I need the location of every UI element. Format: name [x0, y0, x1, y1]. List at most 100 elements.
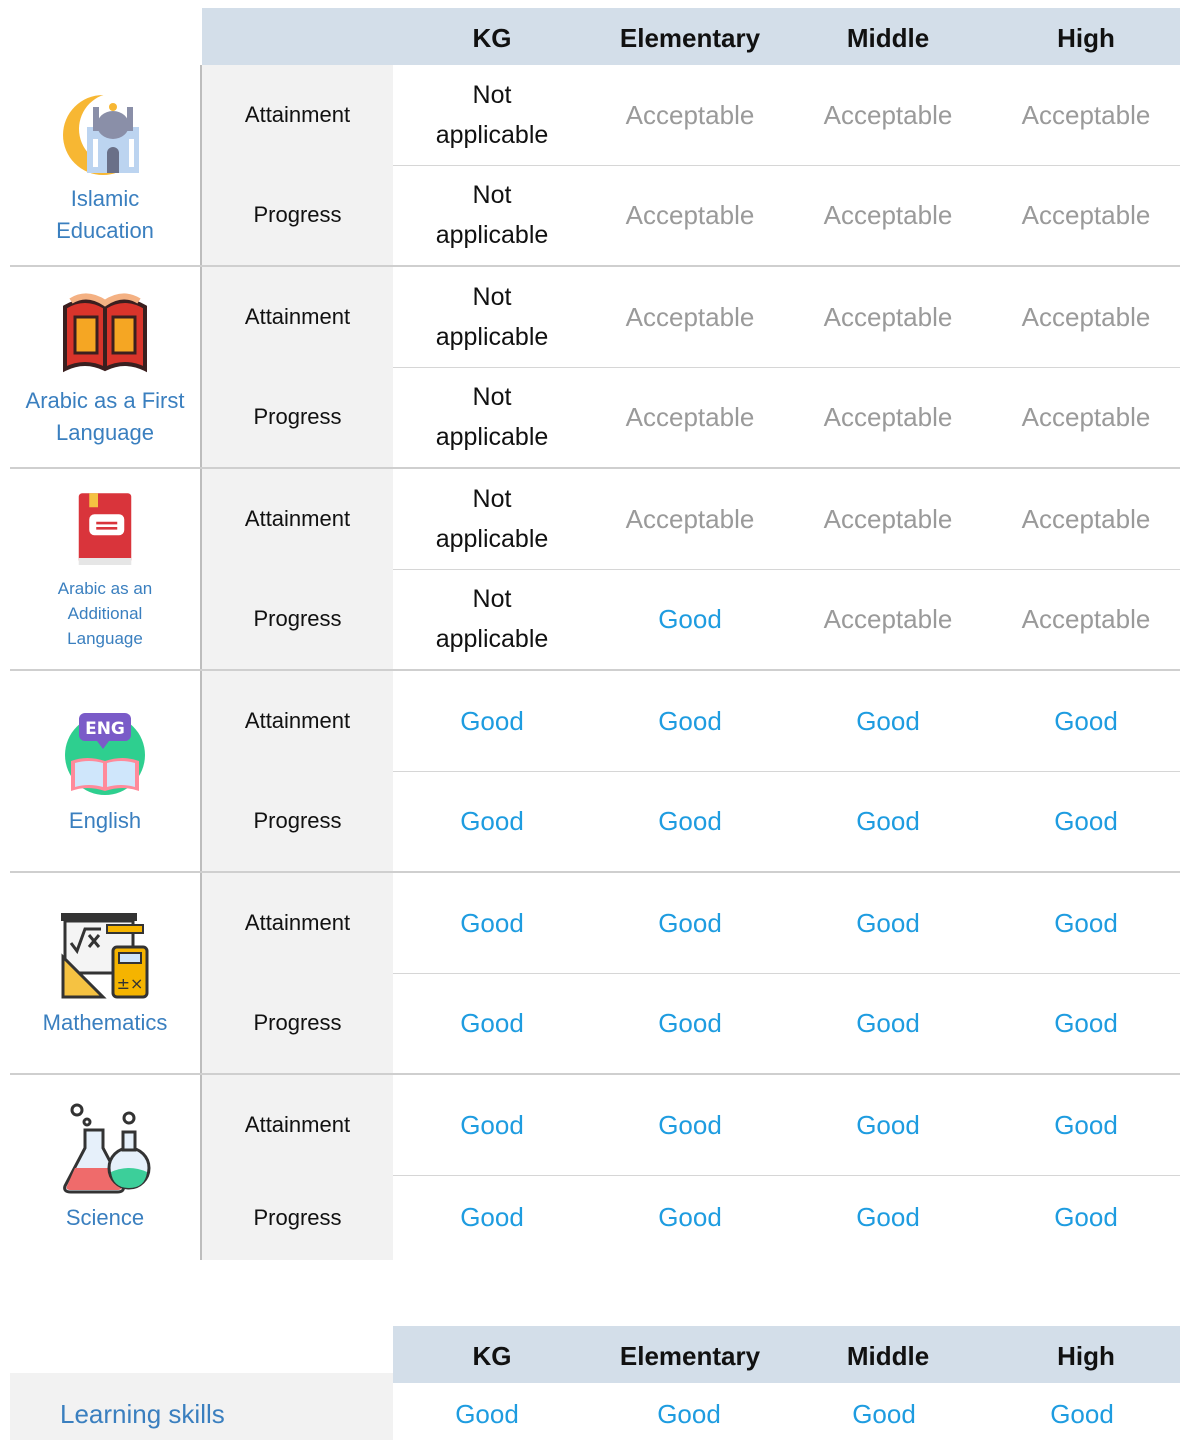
rating-cell: Good — [1054, 705, 1118, 736]
row-label: Progress — [202, 771, 393, 871]
rating-cell: Good — [1054, 805, 1118, 836]
eng-speech-book-icon: ENG — [65, 713, 145, 795]
header-kg: KG — [472, 23, 512, 53]
subject-block-arabic-first: Arabic as a First Language Attainment No… — [10, 267, 1180, 469]
row-label: Progress — [202, 973, 393, 1073]
rating-cell: Good — [460, 705, 524, 736]
table-row: Progress Good Good Good Good — [202, 1175, 1180, 1260]
rating-cell: Good — [856, 907, 920, 938]
subject-cell: ±× Mathematics — [10, 873, 202, 1073]
rating-cell: Acceptable — [1021, 301, 1151, 332]
rating-cell: Good — [460, 1007, 524, 1038]
subjects-table: Islamic Education Attainment Not applica… — [10, 65, 1180, 1260]
svg-text:ENG: ENG — [85, 719, 125, 739]
subject-cell: Arabic as a First Language — [10, 267, 202, 467]
mosque-icon — [63, 93, 151, 175]
rating-cell: Good — [1054, 1007, 1118, 1038]
rating-cell: Good — [658, 907, 722, 938]
subject-cell: Islamic Education — [10, 65, 202, 265]
learning-skills-row: Learning skills Good Good Good Good — [10, 1373, 1180, 1440]
table-row: Attainment Good Good Good Good — [202, 671, 1180, 772]
rating-cell: Good — [460, 1202, 524, 1232]
subject-block-islamic-education: Islamic Education Attainment Not applica… — [10, 65, 1180, 267]
subject-name: English — [68, 808, 142, 833]
rating-cell: Good — [657, 1399, 721, 1429]
rating-cell: Acceptable — [823, 199, 953, 230]
table1-header: KG Elementary Middle High — [202, 8, 1180, 65]
subject-name: Arabic as a First Language — [25, 388, 185, 445]
subject-name: Arabic as an Additional Language — [57, 578, 153, 648]
rating-cell: Good — [658, 705, 722, 736]
rating-cell: Good — [852, 1399, 916, 1429]
subject-block-science: Science Attainment Good Good Good Good P… — [10, 1075, 1180, 1260]
row-label: Attainment — [202, 671, 393, 771]
subject-cell: Science — [10, 1075, 202, 1260]
rating-cell: Acceptable — [823, 301, 953, 332]
subject-name: Islamic Education — [56, 186, 154, 243]
open-book-icon — [63, 293, 147, 373]
row-label: Progress — [202, 165, 393, 265]
table-row: Attainment Good Good Good Good — [202, 873, 1180, 974]
header-middle: Middle — [846, 23, 930, 53]
rating-cell: Good — [658, 1109, 722, 1140]
table-row: Progress Good Good Good Good — [202, 973, 1180, 1073]
rating-cell: Not applicable — [435, 585, 549, 653]
table-row: Attainment Not applicable Acceptable Acc… — [202, 469, 1180, 570]
table-row: Progress Good Good Good Good — [202, 771, 1180, 871]
row-label: Progress — [202, 1175, 393, 1260]
subject-cell: ENG English — [10, 671, 202, 871]
row-label: Attainment — [202, 873, 393, 973]
rating-cell: Acceptable — [625, 301, 755, 332]
rating-cell: Good — [1054, 907, 1118, 938]
row-label: Attainment — [202, 65, 393, 165]
subject-name: Mathematics — [42, 1010, 168, 1035]
rating-cell: Good — [1050, 1399, 1114, 1429]
rating-cell: Good — [856, 705, 920, 736]
subject-cell: Arabic as an Additional Language — [10, 469, 202, 669]
rating-cell: Acceptable — [1021, 401, 1151, 432]
rating-cell: Acceptable — [1021, 603, 1151, 634]
rating-cell: Acceptable — [625, 99, 755, 130]
svg-text:±×: ±× — [117, 974, 144, 993]
rating-cell: Good — [856, 805, 920, 836]
rating-cell: Good — [460, 805, 524, 836]
rating-cell: Acceptable — [1021, 99, 1151, 130]
rating-cell: Not applicable — [435, 283, 549, 351]
rating-cell: Good — [856, 1109, 920, 1140]
table-row: Attainment Good Good Good Good — [202, 1075, 1180, 1176]
subject-name: Science — [65, 1204, 145, 1230]
rating-cell: Good — [856, 1202, 920, 1232]
rating-cell: Good — [658, 603, 722, 634]
rating-cell: Good — [658, 805, 722, 836]
row-label: Attainment — [202, 267, 393, 367]
row-label: Attainment — [202, 1075, 393, 1175]
rating-cell: Not applicable — [435, 81, 549, 149]
rating-cell: Good — [460, 907, 524, 938]
rating-cell: Not applicable — [435, 485, 549, 553]
rating-cell: Good — [460, 1109, 524, 1140]
row-label: Learning skills — [10, 1373, 393, 1440]
rating-cell: Acceptable — [823, 503, 953, 534]
rating-cell: Good — [1054, 1109, 1118, 1140]
header-elementary: Elementary — [619, 23, 761, 53]
rating-cell: Acceptable — [625, 503, 755, 534]
rating-cell: Good — [455, 1399, 519, 1429]
row-label: Progress — [202, 367, 393, 467]
flasks-icon — [63, 1103, 151, 1193]
rating-cell: Good — [1054, 1202, 1118, 1232]
rating-cell: Acceptable — [823, 603, 953, 634]
rating-cell: Not applicable — [435, 383, 549, 451]
closed-book-icon — [78, 492, 132, 565]
table-row: Progress Not applicable Acceptable Accep… — [202, 367, 1180, 467]
rating-cell: Not applicable — [435, 181, 549, 249]
rating-cell: Acceptable — [625, 401, 755, 432]
rating-cell: Acceptable — [625, 199, 755, 230]
subject-block-arabic-additional: Arabic as an Additional Language Attainm… — [10, 469, 1180, 671]
row-label: Progress — [202, 569, 393, 669]
rating-cell: Acceptable — [823, 99, 953, 130]
rating-cell: Acceptable — [1021, 503, 1151, 534]
rating-cell: Good — [658, 1007, 722, 1038]
table-row: Progress Not applicable Acceptable Accep… — [202, 165, 1180, 265]
subject-block-english: ENG English Attainment Good Good Good Go… — [10, 671, 1180, 873]
table-row: Progress Not applicable Good Acceptable … — [202, 569, 1180, 669]
